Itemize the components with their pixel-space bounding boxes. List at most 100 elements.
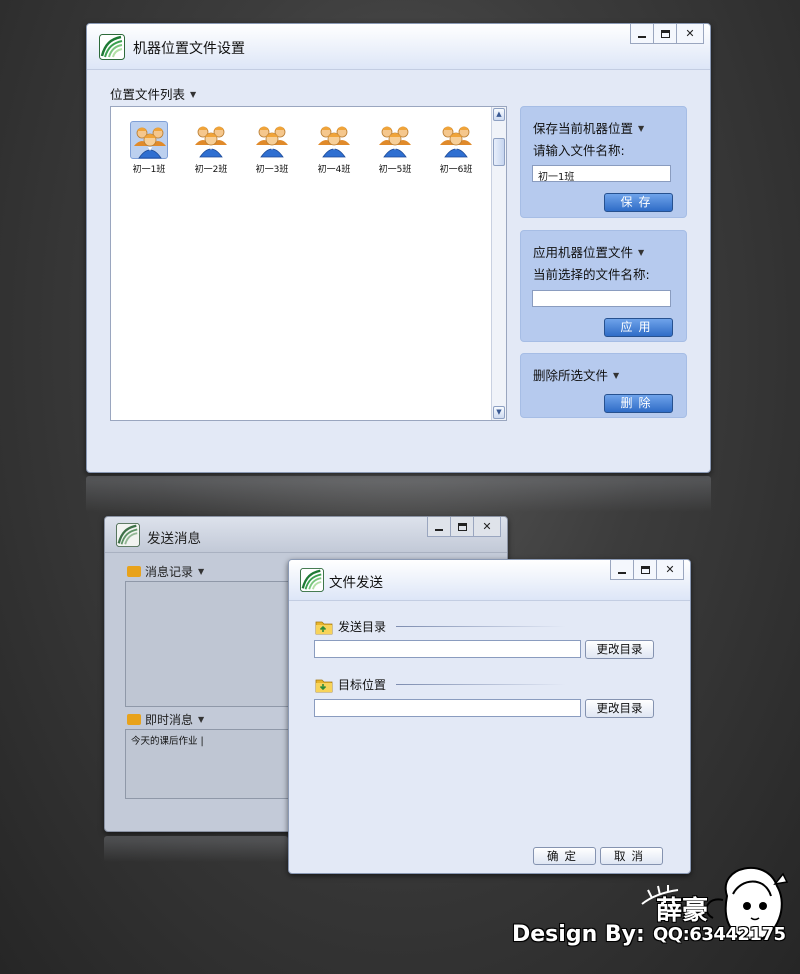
window-reflection: [86, 476, 711, 512]
title-bar: 机器位置文件设置 ✕: [87, 24, 710, 70]
app-logo-icon: [300, 568, 324, 592]
list-item-label: 初一4班: [317, 165, 351, 175]
class-group-icon: [130, 121, 168, 159]
save-panel-title: 保存当前机器位置: [533, 121, 634, 136]
minimize-button[interactable]: [610, 560, 634, 580]
design-by-label: Design By:: [512, 922, 645, 947]
dropdown-caret-icon: ▼: [198, 567, 205, 576]
history-dropdown[interactable]: 消息记录 ▼: [127, 563, 204, 580]
save-panel-dropdown[interactable]: 保存当前机器位置 ▼: [533, 118, 644, 137]
change-source-directory-button[interactable]: 更改目录: [585, 640, 654, 659]
window-title: 发送消息: [147, 531, 201, 547]
close-icon: ✕: [665, 563, 675, 576]
minimize-button[interactable]: [630, 24, 654, 44]
file-send-dialog: 文件发送 ✕ 发送目录 更改目录 目标位置 更改目录 确定 取消: [288, 559, 691, 874]
scroll-thumb[interactable]: [493, 138, 505, 166]
delete-file-panel: 删除所选文件 ▼ 删除: [520, 353, 687, 418]
list-item[interactable]: 初一6班: [428, 121, 484, 175]
scroll-down-arrow-icon[interactable]: ▼: [493, 406, 505, 419]
window-reflection: [104, 836, 288, 862]
dropdown-caret-icon: ▼: [198, 715, 205, 724]
scroll-up-arrow-icon[interactable]: ▲: [493, 108, 505, 121]
list-item-label: 初一6班: [439, 165, 473, 175]
delete-button[interactable]: 删除: [604, 394, 673, 413]
apply-panel-title: 应用机器位置文件: [533, 245, 634, 260]
app-logo-icon: [116, 523, 140, 547]
maximize-icon: [457, 522, 467, 531]
delete-panel-title: 删除所选文件: [533, 368, 609, 383]
dropdown-caret-icon: ▼: [613, 371, 620, 380]
class-group-icon: [437, 121, 475, 159]
class-group-icon: [253, 121, 291, 159]
apply-position-panel: 应用机器位置文件 ▼ 当前选择的文件名称: 应用: [520, 230, 687, 342]
app-logo-icon: [99, 34, 125, 60]
history-label: 消息记录: [145, 565, 194, 579]
chat-bubble-icon: [127, 714, 141, 725]
maximize-icon: [660, 29, 670, 38]
target-location-input[interactable]: [314, 699, 581, 717]
list-item[interactable]: 初一3班: [244, 121, 300, 175]
target-location-label: 目标位置: [338, 678, 387, 692]
file-list-dropdown[interactable]: 位置文件列表 ▼: [110, 84, 196, 103]
close-icon: ✕: [482, 520, 492, 533]
list-item-label: 初一1班: [121, 162, 177, 175]
dropdown-caret-icon: ▼: [190, 90, 197, 99]
delete-panel-dropdown[interactable]: 删除所选文件 ▼: [533, 365, 619, 384]
minimize-button[interactable]: [427, 517, 451, 537]
list-item[interactable]: 初一5班: [367, 121, 423, 175]
vertical-scrollbar[interactable]: ▲ ▼: [491, 107, 506, 420]
position-file-list[interactable]: 初一1班 初一2班 初一3班 初一4班 初一5班 初一6班 ▲ ▼: [110, 106, 507, 421]
designer-name: 薛豪: [656, 896, 709, 926]
maximize-button[interactable]: [450, 517, 474, 537]
minimize-icon: [435, 529, 443, 531]
instant-message-dropdown[interactable]: 即时消息 ▼: [127, 711, 204, 728]
close-button[interactable]: ✕: [473, 517, 501, 537]
minimize-icon: [618, 572, 626, 574]
designer-signature: 薛豪 Design By: QQ:63442175: [512, 856, 794, 968]
folder-download-icon: [315, 679, 333, 692]
list-item-label: 初一2班: [194, 165, 228, 175]
list-item-label: 初一3班: [255, 165, 289, 175]
dropdown-caret-icon: ▼: [638, 248, 645, 257]
maximize-button[interactable]: [633, 560, 657, 580]
dropdown-caret-icon: ▼: [638, 124, 645, 133]
divider: [396, 626, 567, 627]
message-draft-text: 今天的课后作业 |: [131, 736, 204, 747]
change-target-directory-button[interactable]: 更改目录: [585, 699, 654, 718]
source-directory-input[interactable]: [314, 640, 581, 658]
list-item-label: 初一5班: [378, 165, 412, 175]
list-item[interactable]: 初一4班: [306, 121, 362, 175]
divider: [396, 684, 567, 685]
designer-qq: QQ:63442175: [653, 924, 786, 945]
instant-message-label: 即时消息: [145, 713, 194, 727]
source-directory-header: 发送目录: [315, 618, 567, 635]
file-name-prompt: 请输入文件名称:: [533, 143, 625, 158]
chat-bubble-icon: [127, 566, 141, 577]
save-file-name-input[interactable]: 初一1班: [532, 165, 671, 183]
window-title: 文件发送: [329, 575, 383, 591]
file-list-label: 位置文件列表: [110, 87, 186, 102]
close-button[interactable]: ✕: [656, 560, 684, 580]
selected-file-name-input[interactable]: [532, 290, 671, 307]
close-button[interactable]: ✕: [676, 24, 704, 44]
position-file-settings-window: 机器位置文件设置 ✕ 位置文件列表 ▼ 初一1班 初一2班 初一3班 初一4班: [86, 23, 711, 473]
class-group-icon: [376, 121, 414, 159]
selected-file-prompt: 当前选择的文件名称:: [533, 267, 650, 282]
maximize-button[interactable]: [653, 24, 677, 44]
title-bar: 文件发送 ✕: [289, 560, 690, 601]
apply-panel-dropdown[interactable]: 应用机器位置文件 ▼: [533, 242, 644, 261]
list-item[interactable]: 初一2班: [183, 121, 239, 175]
close-icon: ✕: [685, 27, 695, 40]
maximize-icon: [640, 565, 650, 574]
source-directory-label: 发送目录: [338, 620, 387, 634]
title-bar: 发送消息 ✕: [105, 517, 507, 553]
save-button[interactable]: 保存: [604, 193, 673, 212]
class-group-icon: [315, 121, 353, 159]
target-location-header: 目标位置: [315, 676, 567, 693]
class-group-icon: [192, 121, 230, 159]
minimize-icon: [638, 36, 646, 38]
apply-button[interactable]: 应用: [604, 318, 673, 337]
list-item[interactable]: 初一1班: [121, 121, 177, 175]
window-title: 机器位置文件设置: [133, 41, 245, 57]
save-position-panel: 保存当前机器位置 ▼ 请输入文件名称: 初一1班 保存: [520, 106, 687, 218]
